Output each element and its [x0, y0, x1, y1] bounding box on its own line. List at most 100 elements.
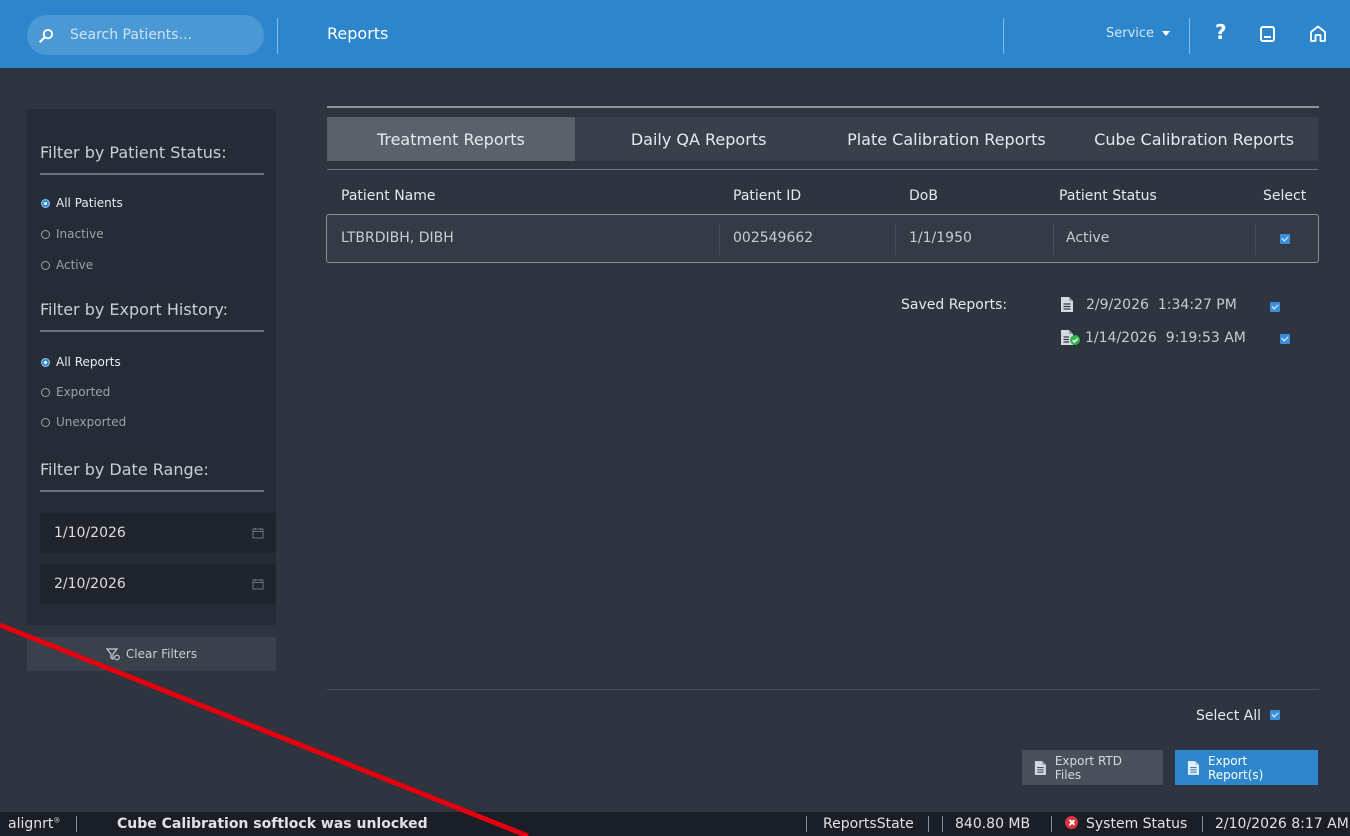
radio-unselected-icon: [41, 260, 50, 270]
status-message: Cube Calibration softlock was unlocked: [117, 816, 428, 832]
table-row[interactable]: LTBRDIBH, DIBH 002549662 1/1/1950 Active: [326, 214, 1319, 263]
status-divider: [76, 816, 77, 832]
status-divider: [942, 816, 943, 832]
cell-divider: [895, 223, 896, 255]
divider: [40, 330, 264, 332]
cell-divider: [1053, 223, 1054, 255]
radio-exported[interactable]: Exported: [41, 385, 110, 399]
divider: [327, 689, 1319, 690]
radio-selected-icon: [41, 357, 50, 367]
filter-date-range-title: Filter by Date Range:: [40, 460, 209, 479]
radio-label: All Patients: [56, 196, 123, 210]
header-divider: [277, 18, 278, 54]
radio-label: Active: [56, 258, 94, 272]
patient-id-cell: 002549662: [733, 230, 814, 246]
system-status-button[interactable]: System Status: [1065, 816, 1187, 832]
saved-report-item[interactable]: 2/9/2026 1:34:27 PM: [1060, 296, 1237, 313]
date-to-value: 2/10/2026: [54, 576, 126, 592]
date-from-value: 1/10/2026: [54, 525, 126, 541]
app-state: ReportsState: [823, 816, 914, 832]
document-icon: [1061, 297, 1073, 312]
document-icon: [1034, 760, 1046, 775]
status-bar: alignrt® Cube Calibration softlock was u…: [0, 812, 1350, 836]
export-rtd-files-label: Export RTD Files: [1054, 753, 1122, 782]
radio-unselected-icon: [41, 229, 50, 239]
brand-name: alignrt: [8, 816, 54, 832]
status-divider: [806, 816, 807, 832]
status-divider: [928, 816, 929, 832]
filter-export-history-title: Filter by Export History:: [40, 300, 229, 319]
header-divider: [1189, 18, 1190, 54]
tab-plate-calibration-reports[interactable]: Plate Calibration Reports: [823, 117, 1071, 161]
patient-name-cell: LTBRDIBH, DIBH: [341, 230, 454, 246]
saved-reports-label: Saved Reports:: [901, 297, 1008, 313]
clear-filters-button[interactable]: Clear Filters: [27, 637, 276, 671]
radio-label: Unexported: [56, 415, 127, 429]
filter-patient-status-title: Filter by Patient Status:: [40, 143, 227, 162]
select-all-checkbox[interactable]: [1270, 710, 1280, 720]
saved-report-time: 1:34:27 PM: [1157, 296, 1237, 313]
status-datetime: 2/10/2026 8:17 AM: [1215, 816, 1349, 832]
status-divider: [1051, 816, 1052, 832]
search-box[interactable]: [27, 15, 264, 55]
calendar-icon[interactable]: [252, 578, 264, 590]
row-select-checkbox[interactable]: [1280, 234, 1290, 244]
divider: [327, 106, 1319, 108]
tab-cube-calibration-reports[interactable]: Cube Calibration Reports: [1070, 117, 1318, 161]
saved-report-date: 2/9/2026: [1086, 296, 1149, 313]
divider: [40, 173, 264, 175]
clear-filters-label: Clear Filters: [125, 647, 198, 661]
tab-daily-qa-reports[interactable]: Daily QA Reports: [575, 117, 823, 161]
brand-registered-mark: ®: [53, 816, 61, 825]
document-exported-icon: [1061, 330, 1080, 345]
filter-sidebar: Filter by Patient Status: All Patients I…: [27, 109, 276, 625]
radio-unexported[interactable]: Unexported: [41, 415, 126, 429]
radio-selected-icon: [41, 198, 50, 208]
tab-treatment-reports[interactable]: Treatment Reports: [327, 117, 575, 161]
saved-report-checkbox[interactable]: [1270, 302, 1280, 312]
column-header-patient-status[interactable]: Patient Status: [1059, 188, 1157, 204]
document-icon: [1187, 760, 1200, 775]
column-header-patient-name[interactable]: Patient Name: [341, 188, 436, 204]
column-header-dob[interactable]: DoB: [909, 188, 938, 204]
error-icon: [1065, 816, 1078, 829]
radio-inactive[interactable]: Inactive: [41, 227, 104, 241]
header-divider: [1003, 18, 1004, 54]
export-reports-button[interactable]: Export Report(s): [1175, 750, 1318, 785]
export-reports-label: Export Report(s): [1207, 753, 1264, 782]
saved-report-checkbox[interactable]: [1280, 334, 1290, 344]
status-divider: [1202, 816, 1203, 832]
date-to-field[interactable]: 2/10/2026: [40, 564, 276, 604]
search-icon: [39, 28, 54, 43]
radio-active[interactable]: Active: [41, 258, 93, 272]
saved-report-time: 9:19:53 AM: [1165, 329, 1246, 346]
brand-logo: alignrt®: [8, 816, 60, 832]
memory-usage: 840.80 MB: [955, 816, 1031, 832]
service-menu-button[interactable]: Service: [1106, 26, 1171, 41]
radio-label: Inactive: [56, 227, 104, 241]
search-input[interactable]: [70, 27, 250, 43]
saved-report-item[interactable]: 1/14/2026 9:19:53 AM: [1060, 329, 1246, 346]
select-all-label: Select All: [1196, 708, 1261, 724]
radio-unselected-icon: [41, 417, 50, 427]
radio-all-reports[interactable]: All Reports: [41, 355, 121, 369]
saved-report-date: 1/14/2026: [1085, 329, 1157, 346]
radio-all-patients[interactable]: All Patients: [41, 196, 123, 210]
dob-cell: 1/1/1950: [909, 230, 972, 246]
calendar-icon[interactable]: [252, 527, 264, 539]
top-bar: Reports Service ?: [0, 0, 1350, 68]
date-from-field[interactable]: 1/10/2026: [40, 513, 276, 553]
column-header-select: Select: [1263, 188, 1307, 204]
help-button[interactable]: ?: [1215, 20, 1227, 44]
home-icon[interactable]: [1308, 24, 1328, 44]
caret-down-icon: [1162, 31, 1171, 36]
page-title: Reports: [327, 24, 389, 43]
radio-label: All Reports: [56, 355, 121, 369]
window-icon[interactable]: [1258, 24, 1278, 44]
radio-label: Exported: [56, 385, 111, 399]
clear-filter-icon: [105, 648, 120, 661]
column-header-patient-id[interactable]: Patient ID: [733, 188, 801, 204]
cell-divider: [1255, 223, 1256, 255]
divider: [40, 490, 264, 492]
export-rtd-files-button[interactable]: Export RTD Files: [1022, 750, 1163, 785]
